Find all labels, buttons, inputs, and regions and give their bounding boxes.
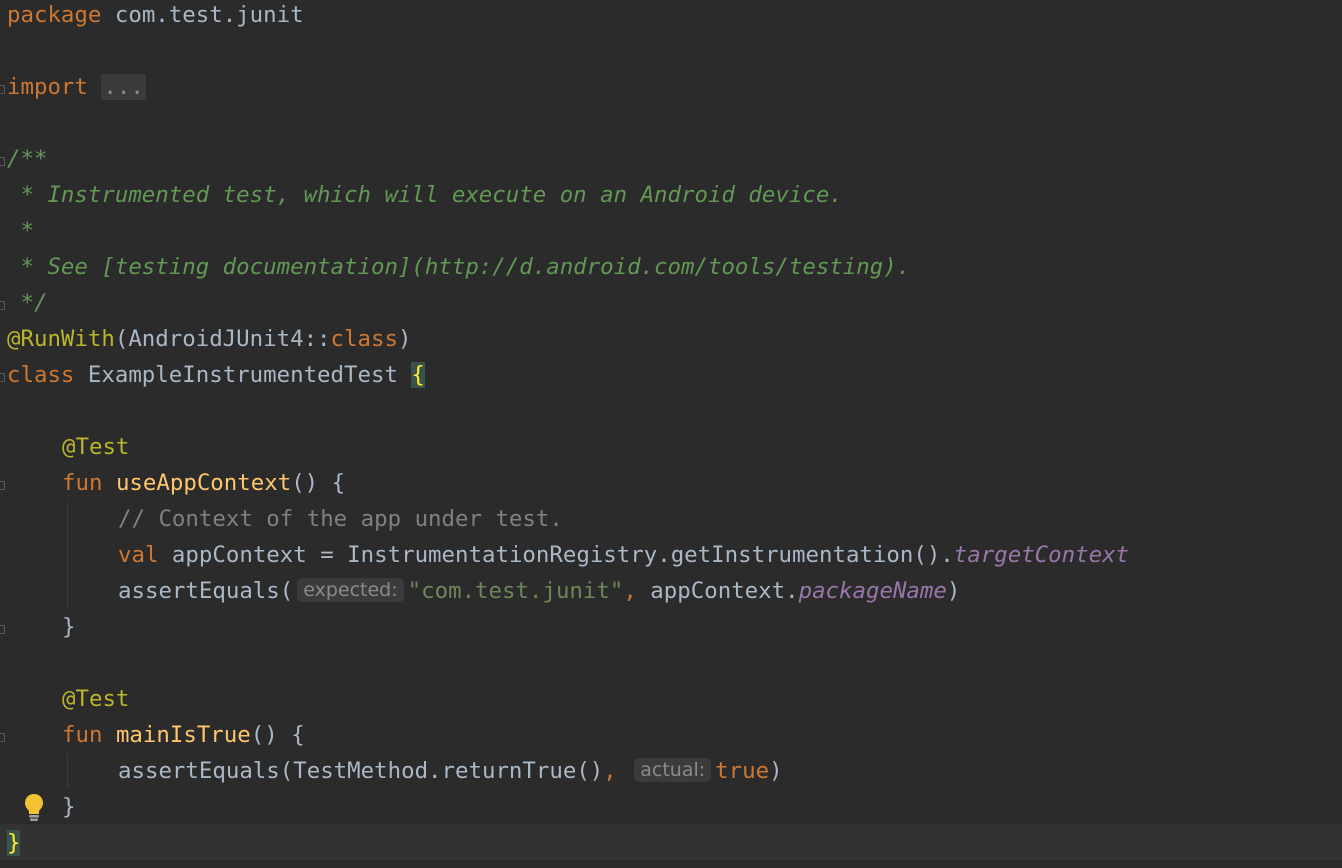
close-brace: } <box>62 794 76 820</box>
matched-brace: } <box>7 830 21 856</box>
doc-close: */ <box>7 290 48 316</box>
keyword: class <box>330 326 398 352</box>
close-brace: } <box>62 614 76 640</box>
code-line[interactable]: @RunWith(AndroidJUnit4::class) <box>7 321 411 357</box>
call-arg: appContext. <box>636 578 799 604</box>
current-line-highlight <box>0 824 1342 860</box>
code-line[interactable]: assertEquals(expected: "com.test.junit", … <box>118 573 960 609</box>
doc-text: * See [testing documentation](http://d.a… <box>7 254 911 280</box>
annotation: @RunWith <box>7 326 115 352</box>
keyword: fun <box>62 722 103 748</box>
property: packageName <box>798 578 947 604</box>
function-name: useAppContext <box>115 470 292 496</box>
parameter-hint: expected: <box>297 578 404 602</box>
indent-guide <box>67 502 68 608</box>
code-line[interactable]: @Test <box>62 429 129 465</box>
string-literal: "com.test.junit" <box>407 578 624 604</box>
lightbulb-icon[interactable] <box>23 793 45 823</box>
annotation: @Test <box>62 686 130 712</box>
function-signature: () { <box>291 470 346 496</box>
call: assertEquals( <box>118 578 294 604</box>
comma: , <box>603 758 617 784</box>
code-line[interactable]: } <box>7 825 21 861</box>
fold-marker-icon[interactable] <box>0 85 5 94</box>
fold-marker-icon[interactable] <box>0 481 5 490</box>
code-line[interactable]: // Context of the app under test. <box>118 501 563 537</box>
paren: ) <box>769 758 783 784</box>
function-signature: () { <box>250 722 305 748</box>
statement: appContext = InstrumentationRegistry.get… <box>158 542 954 568</box>
paren: ) <box>946 578 961 604</box>
fold-marker-icon[interactable] <box>0 625 5 634</box>
keyword: true <box>715 758 770 784</box>
class-name: ExampleInstrumentedTest <box>74 362 412 388</box>
fold-marker-icon[interactable] <box>0 373 5 382</box>
parameter-hint: actual: <box>634 758 712 782</box>
doc-comment-line[interactable]: * See [testing documentation](http://d.a… <box>7 249 910 285</box>
fold-marker-icon[interactable] <box>0 733 5 742</box>
code-line[interactable]: } <box>62 789 75 825</box>
keyword: fun <box>62 470 103 496</box>
code-line[interactable]: fun mainIsTrue() { <box>62 717 305 753</box>
paren: ) <box>397 326 412 352</box>
comma: , <box>623 578 637 604</box>
code-line[interactable]: class ExampleInstrumentedTest { <box>7 357 425 393</box>
fold-marker-icon[interactable] <box>0 301 5 310</box>
code-line[interactable]: package com.test.junit <box>7 0 304 33</box>
doc-open: /** <box>7 146 48 172</box>
keyword: import <box>7 74 88 100</box>
code-line[interactable]: fun useAppContext() { <box>62 465 345 501</box>
keyword: val <box>118 542 159 568</box>
code-line[interactable]: @Test <box>62 681 129 717</box>
keyword: class <box>7 362 75 388</box>
matched-brace: { <box>411 362 425 388</box>
doc-text: * Instrumented test, which will execute … <box>7 182 843 208</box>
line-comment: // Context of the app under test. <box>118 506 563 532</box>
property: targetContext <box>953 542 1130 568</box>
keyword: package <box>7 2 102 28</box>
annotation: @Test <box>62 434 130 460</box>
indent-guide <box>67 754 68 788</box>
doc-comment-line[interactable]: /** <box>7 141 47 177</box>
call: assertEquals(TestMethod.returnTrue() <box>118 758 604 784</box>
code-line[interactable]: import ... <box>7 69 146 105</box>
code-line[interactable]: } <box>62 609 75 645</box>
fold-marker-icon[interactable] <box>0 157 5 166</box>
doc-comment-line[interactable]: * Instrumented test, which will execute … <box>7 177 843 213</box>
folded-imports[interactable]: ... <box>101 74 146 100</box>
code-line[interactable]: val appContext = InstrumentationRegistry… <box>118 537 1129 573</box>
code-editor[interactable]: package com.test.junit import ... /** * … <box>0 0 1342 868</box>
doc-comment-line[interactable]: * <box>7 213 34 249</box>
doc-comment-line[interactable]: */ <box>7 285 47 321</box>
package-name: com.test.junit <box>101 2 304 28</box>
code-line[interactable]: assertEquals(TestMethod.returnTrue(), ac… <box>118 753 783 789</box>
doc-text: * <box>7 218 34 244</box>
runwith-args: (AndroidJUnit4:: <box>114 326 331 352</box>
function-name: mainIsTrue <box>115 722 251 748</box>
